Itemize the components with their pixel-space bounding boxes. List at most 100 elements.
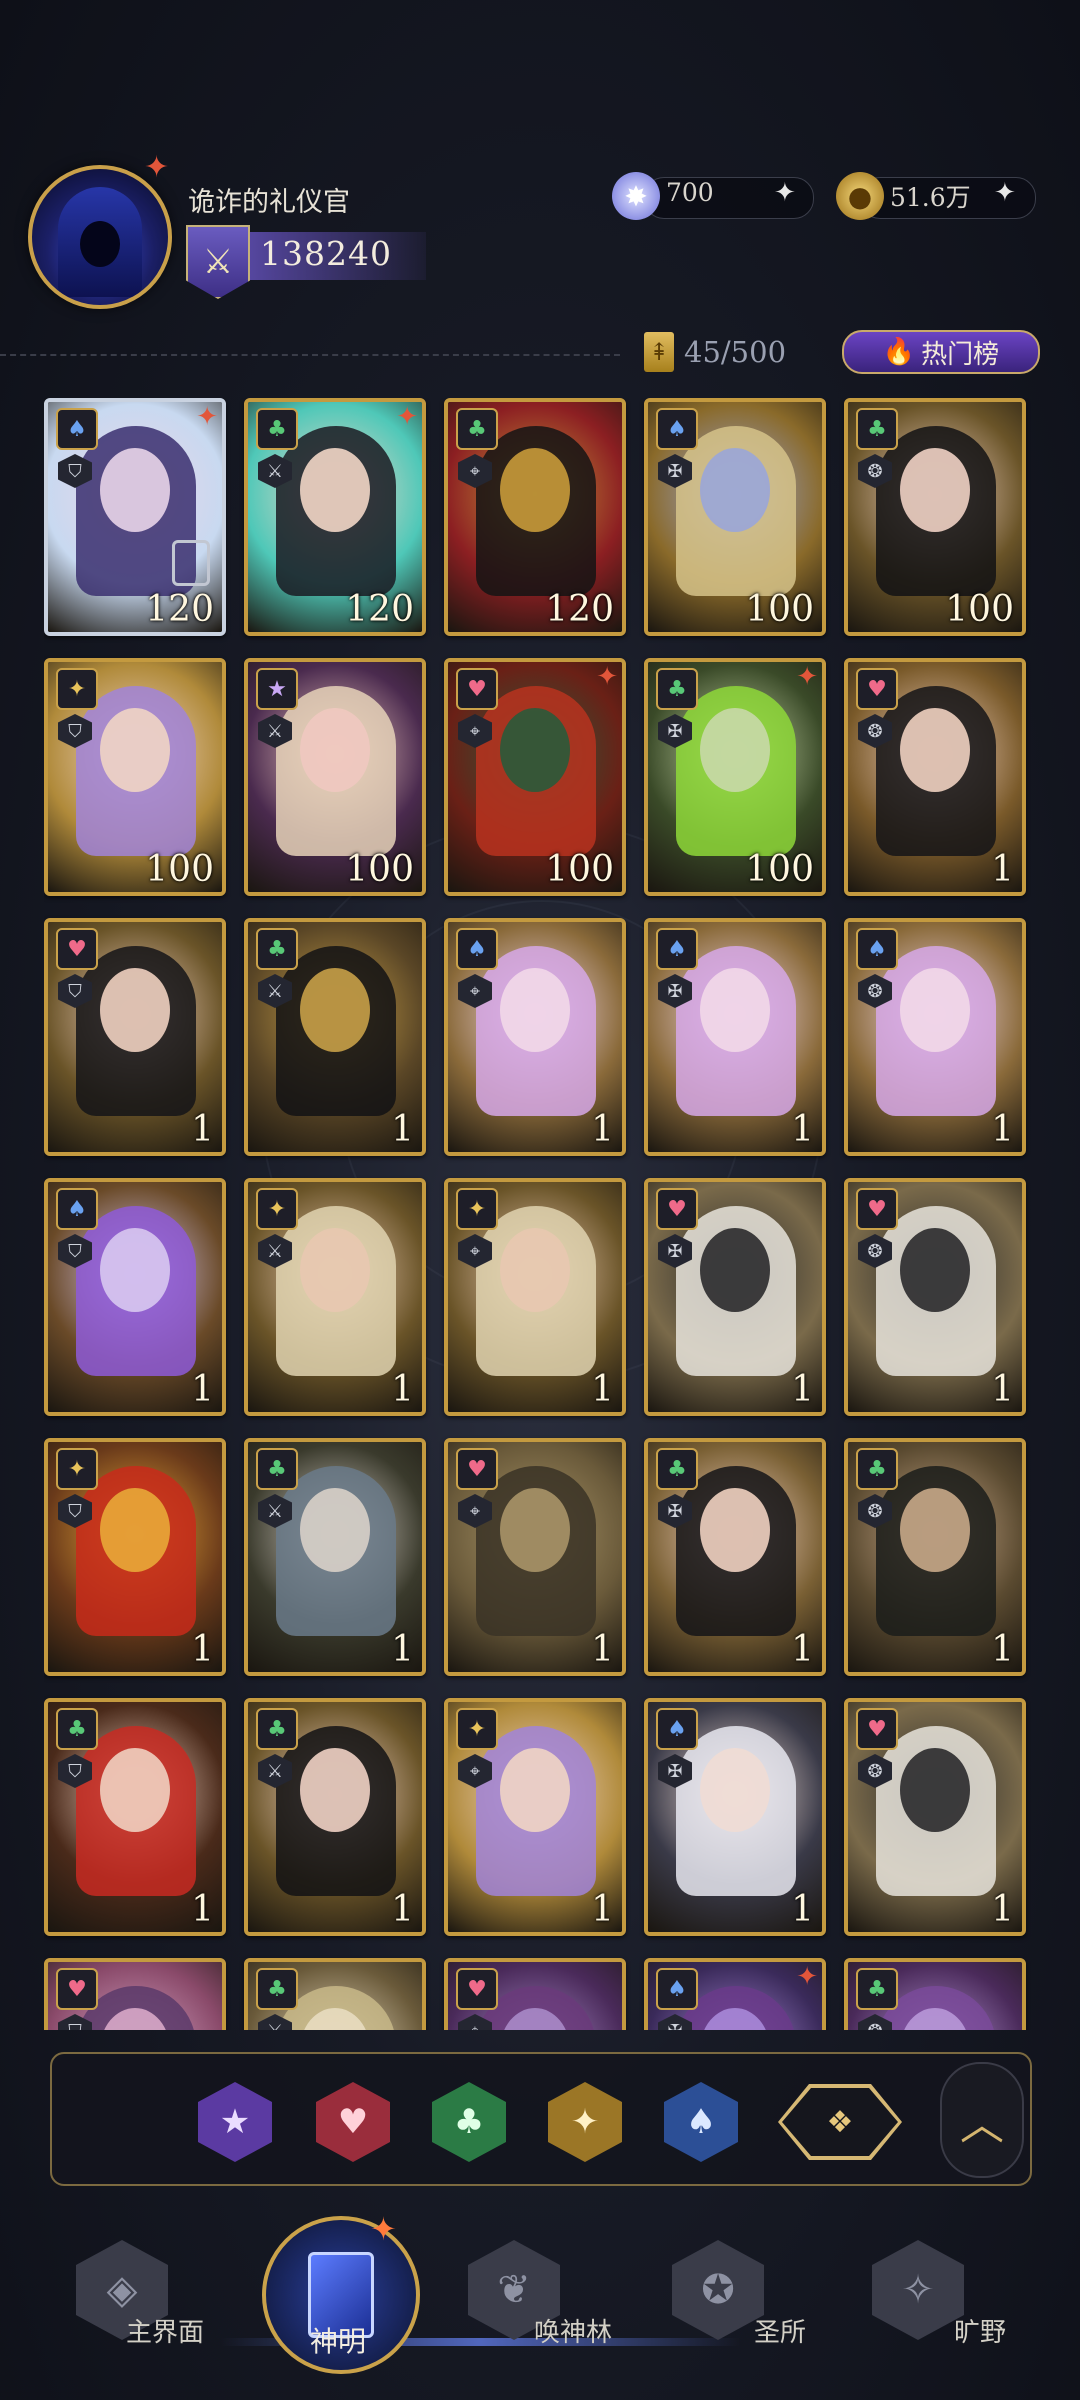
heart-suit-icon: ♥	[656, 1188, 698, 1230]
add-gold-button[interactable]: ✦	[994, 178, 1016, 208]
diamond-suit-icon: ✦	[56, 1448, 98, 1490]
hot-ranking-label: 热门榜	[921, 339, 1000, 370]
card-face-art	[300, 708, 370, 792]
deity-card[interactable]: ♥⛉	[44, 1958, 226, 2030]
section-divider	[0, 354, 620, 356]
deity-card[interactable]: ✦ ⛉ 1	[44, 1438, 226, 1676]
deity-card[interactable]: ♥ ⛉ 1	[44, 918, 226, 1156]
club-suit-icon: ♣	[856, 1968, 898, 2010]
card-level: 1	[991, 1889, 1014, 1930]
card-grid-inner: ♠ ⛉ ✦ 120 ♣ ⚔ ✦ 120 ♣ ⌖ 120 ♠ ✠ 100 ♣ ❂ 100 ✦ ⛉ 100 ★ ⚔ 100 ♥ ⌖ ✦…	[44, 398, 1044, 2030]
card-level: 120	[145, 589, 214, 630]
deity-card[interactable]: ♥⌖	[444, 1958, 626, 2030]
deity-card[interactable]: ♣ ⚔ 1	[244, 1698, 426, 1936]
hot-ranking-button[interactable]: 🔥 热门榜	[842, 330, 1040, 374]
club-suit-icon: ♣	[456, 408, 498, 450]
deity-card[interactable]: ♣ ❂ 100	[844, 398, 1026, 636]
player-name: 诡诈的礼仪官	[188, 187, 350, 218]
new-spark-icon: ✦	[396, 402, 418, 432]
card-level: 1	[791, 1629, 814, 1670]
card-face-art	[300, 1748, 370, 1832]
deity-card[interactable]: ✦ ⌖ 1	[444, 1178, 626, 1416]
deity-spark-icon: ✦	[370, 2210, 397, 2248]
card-face-art	[900, 448, 970, 532]
new-spark-icon: ✦	[196, 402, 218, 432]
card-face-art	[700, 1748, 770, 1832]
card-level: 1	[191, 1369, 214, 1410]
deity-card[interactable]: ♥ ⌖ ✦ 100	[444, 658, 626, 896]
deity-card[interactable]: ♠ ✠ 1	[644, 918, 826, 1156]
card-level: 100	[145, 849, 214, 890]
card-face-art	[700, 448, 770, 532]
deity-card[interactable]: ♠✠✦	[644, 1958, 826, 2030]
card-level: 120	[545, 589, 614, 630]
deity-card[interactable]: ✦ ⌖ 1	[444, 1698, 626, 1936]
club-suit-icon: ♣	[256, 1448, 298, 1490]
card-level: 1	[591, 1889, 614, 1930]
deity-card[interactable]: ♥ ❂ 1	[844, 1178, 1026, 1416]
collapse-filter-chevron-icon[interactable]: ︿	[940, 2062, 1024, 2178]
card-face-art	[100, 1488, 170, 1572]
filter-all-icon: ❖	[782, 2088, 898, 2156]
heart-suit-icon: ♥	[456, 668, 498, 710]
deity-card[interactable]: ♣ ✠ 1	[644, 1438, 826, 1676]
deity-card[interactable]: ♠ ✠ 1	[644, 1698, 826, 1936]
club-suit-icon: ♣	[656, 1448, 698, 1490]
heart-suit-icon: ♥	[56, 928, 98, 970]
card-face-art	[300, 1228, 370, 1312]
deity-card[interactable]: ♣ ⚔ 1	[244, 1438, 426, 1676]
card-face-art	[900, 1228, 970, 1312]
deity-card[interactable]: ♠ ⌖ 1	[444, 918, 626, 1156]
player-avatar[interactable]	[28, 165, 172, 309]
new-spark-icon: ✦	[796, 662, 818, 692]
deity-card[interactable]: ♣ ⌖ 120	[444, 398, 626, 636]
nav-wilds-label[interactable]: 旷野	[954, 2312, 1006, 2349]
deity-card[interactable]: ♠ ❂ 1	[844, 918, 1026, 1156]
card-level: 1	[591, 1369, 614, 1410]
add-crystal-button[interactable]: ✦	[774, 178, 796, 208]
card-level: 100	[345, 849, 414, 890]
player-power: 138240	[260, 234, 392, 273]
deity-card[interactable]: ✦ ⚔ 1	[244, 1178, 426, 1416]
card-level: 1	[591, 1109, 614, 1150]
deity-card[interactable]: ✦ ⛉ 100	[44, 658, 226, 896]
spade-suit-icon: ♠	[56, 1188, 98, 1230]
heart-suit-icon: ♥	[456, 1968, 498, 2010]
deity-card[interactable]: ♥ ✠ 1	[644, 1178, 826, 1416]
spade-suit-icon: ♠	[856, 928, 898, 970]
card-face-art	[500, 708, 570, 792]
card-level: 1	[791, 1889, 814, 1930]
nav-sanctuary-label[interactable]: 圣所	[754, 2312, 806, 2349]
deity-card[interactable]: ♣ ✠ ✦ 100	[644, 658, 826, 896]
deity-card[interactable]: ♠ ⛉ 1	[44, 1178, 226, 1416]
card-face-art	[700, 1488, 770, 1572]
club-suit-icon: ♣	[656, 668, 698, 710]
card-level: 1	[991, 1109, 1014, 1150]
gold-amount: 51.6万	[890, 183, 971, 212]
card-level: 1	[391, 1889, 414, 1930]
card-face-art	[500, 448, 570, 532]
nav-deity-label[interactable]: 神明	[310, 2320, 366, 2360]
deity-card[interactable]: ♥ ⌖ 1	[444, 1438, 626, 1676]
card-face-art	[500, 1228, 570, 1312]
deity-card[interactable]: ♠ ✠ 100	[644, 398, 826, 636]
card-face-art	[300, 1488, 370, 1572]
deity-card[interactable]: ♣ ⚔ ✦ 120	[244, 398, 426, 636]
deity-card[interactable]: ♣❂	[844, 1958, 1026, 2030]
deity-card[interactable]: ♣ ❂ 1	[844, 1438, 1026, 1676]
nav-summon-label[interactable]: 唤神林	[534, 2312, 612, 2349]
card-level: 1	[191, 1109, 214, 1150]
deity-card[interactable]: ♥ ❂ 1	[844, 658, 1026, 896]
deity-card[interactable]: ♣ ⚔ 1	[244, 918, 426, 1156]
deity-card[interactable]: ♥ ❂ 1	[844, 1698, 1026, 1936]
deity-card[interactable]: ♠ ⛉ ✦ 120	[44, 398, 226, 636]
club-suit-icon: ♣	[856, 408, 898, 450]
nav-home-label[interactable]: 主界面	[126, 2312, 204, 2349]
crystal-amount: 700	[666, 178, 714, 207]
card-collection-grid[interactable]: ♠ ⛉ ✦ 120 ♣ ⚔ ✦ 120 ♣ ⌖ 120 ♠ ✠ 100 ♣ ❂ 100 ✦ ⛉ 100 ★ ⚔ 100 ♥ ⌖ ✦…	[44, 398, 1044, 2030]
card-level: 1	[591, 1629, 614, 1670]
card-level: 1	[991, 849, 1014, 890]
deity-card[interactable]: ★ ⚔ 100	[244, 658, 426, 896]
deity-card[interactable]: ♣⚔	[244, 1958, 426, 2030]
deity-card[interactable]: ♣ ⛉ 1	[44, 1698, 226, 1936]
